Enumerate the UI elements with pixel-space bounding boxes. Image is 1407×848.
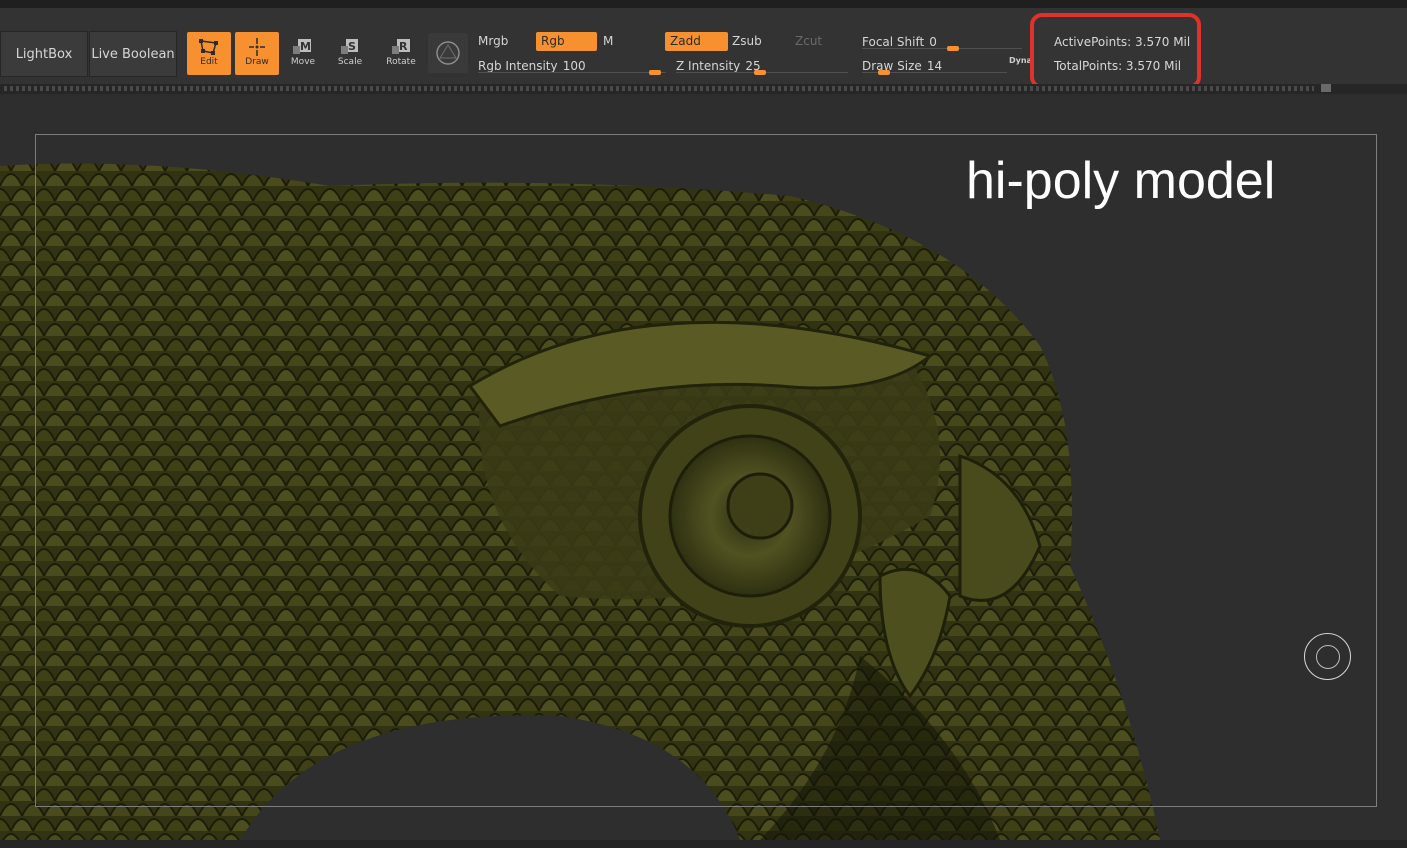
- edit-icon: [199, 39, 218, 55]
- shelf-dotted-line: [4, 86, 1314, 91]
- total-points-readout: TotalPoints: 3.570 Mil: [1054, 59, 1182, 73]
- top-menu-strip: [0, 0, 1407, 8]
- rgb-intensity-label: Rgb Intensity: [478, 59, 558, 73]
- scale-tool-button[interactable]: S Scale: [328, 32, 372, 75]
- rgb-intensity-slider[interactable]: Rgb Intensity 100: [478, 55, 666, 75]
- draw-size-label: Draw Size: [862, 59, 922, 73]
- m-label: M: [603, 34, 614, 48]
- draw-tool-label: Draw: [245, 57, 269, 67]
- svg-text:R: R: [399, 40, 408, 53]
- draw-tool-button[interactable]: Draw: [235, 32, 279, 75]
- focal-shift-knob[interactable]: [947, 46, 959, 51]
- rotate-tool-label: Rotate: [386, 57, 416, 67]
- z-intensity-label: Z Intensity: [676, 59, 741, 73]
- svg-text:M: M: [300, 40, 311, 53]
- rgb-intensity-knob[interactable]: [649, 70, 661, 75]
- scale-icon: S: [341, 39, 358, 54]
- focal-shift-slider[interactable]: Focal Shift 0: [862, 31, 1022, 51]
- rotate-icon: R: [392, 39, 410, 54]
- rgb-button[interactable]: Rgb: [536, 32, 597, 51]
- zcut-label: Zcut: [795, 34, 823, 48]
- navigation-inner-ring: [1315, 644, 1340, 669]
- zsub-button[interactable]: Zsub: [727, 32, 790, 51]
- lightbox-label: LightBox: [15, 46, 73, 62]
- navigation-circle-icon[interactable]: [1304, 633, 1351, 680]
- m-button[interactable]: M: [598, 32, 663, 51]
- mrgb-label: Mrgb: [478, 34, 509, 48]
- hi-poly-caption: hi-poly model: [966, 152, 1276, 210]
- mrgb-button[interactable]: Mrgb: [473, 32, 536, 51]
- focal-shift-value: 0: [929, 35, 937, 49]
- move-icon: M: [293, 39, 311, 54]
- focal-shift-track: [862, 48, 1022, 49]
- zadd-label: Zadd: [670, 34, 701, 48]
- scale-tool-label: Scale: [337, 57, 363, 67]
- live-boolean-label: Live Boolean: [91, 46, 175, 62]
- edit-tool-label: Edit: [200, 57, 218, 67]
- draw-size-value: 14: [926, 59, 943, 73]
- shelf-handle[interactable]: [1321, 84, 1331, 92]
- sphere-outline-icon: [436, 41, 460, 65]
- zsub-label: Zsub: [732, 34, 762, 48]
- bottom-bar: [0, 840, 1407, 848]
- rgb-intensity-track: [478, 72, 666, 73]
- rotate-tool-button[interactable]: R Rotate: [379, 32, 423, 75]
- active-points-readout: ActivePoints: 3.570 Mil: [1054, 35, 1191, 49]
- transp-ghost-button[interactable]: [428, 33, 468, 73]
- z-intensity-slider[interactable]: Z Intensity 25: [676, 55, 848, 75]
- canvas-viewport[interactable]: hi-poly model: [0, 96, 1407, 840]
- draw-icon: [249, 38, 265, 56]
- points-stats-highlight: ActivePoints: 3.570 Mil TotalPoints: 3.5…: [1030, 13, 1201, 89]
- lightbox-button[interactable]: LightBox: [0, 31, 88, 77]
- edit-tool-button[interactable]: Edit: [187, 32, 231, 75]
- draw-size-slider[interactable]: Draw Size 14: [862, 55, 1007, 75]
- svg-text:S: S: [348, 40, 356, 53]
- focal-shift-label: Focal Shift: [862, 35, 925, 49]
- live-boolean-button[interactable]: Live Boolean: [89, 31, 177, 77]
- zadd-button[interactable]: Zadd: [665, 32, 728, 51]
- rgb-intensity-value: 100: [562, 59, 586, 73]
- zcut-button[interactable]: Zcut: [790, 32, 853, 51]
- move-tool-label: Move: [290, 57, 316, 67]
- rgb-label: Rgb: [541, 34, 565, 48]
- draw-size-knob[interactable]: [878, 70, 890, 75]
- move-tool-button[interactable]: M Move: [281, 32, 325, 75]
- z-intensity-knob[interactable]: [754, 70, 766, 75]
